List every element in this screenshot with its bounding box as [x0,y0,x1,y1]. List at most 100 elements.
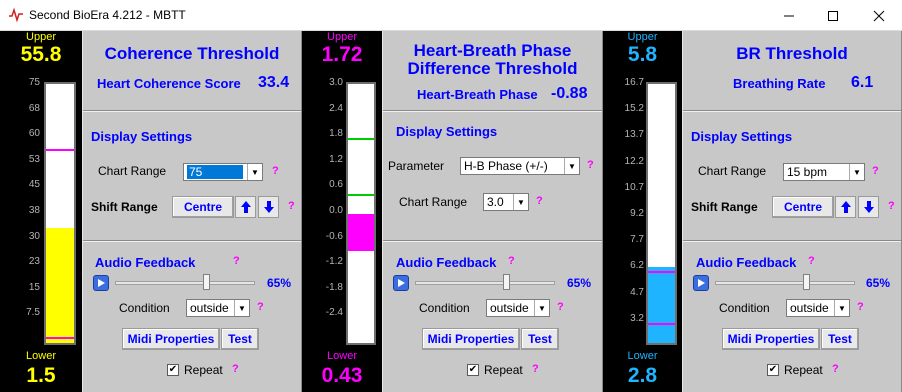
app-icon [9,7,23,23]
shift-up-button[interactable] [835,196,856,218]
condition-select[interactable]: outside ▼ [186,299,250,317]
help-icon[interactable]: ? [832,363,839,375]
help-icon[interactable]: ? [232,363,239,375]
volume-slider[interactable] [715,281,855,285]
help-icon[interactable]: ? [888,200,895,212]
help-icon[interactable]: ? [257,301,264,313]
checkmark-icon: ✔ [768,364,778,375]
chart-range-select[interactable]: 3.0 ▼ [483,193,529,211]
upper-value[interactable]: 5.8 [603,43,682,67]
centre-button[interactable]: Centre [172,196,234,218]
play-icon [398,279,405,287]
hb-phase-bar-tube [346,82,376,345]
repeat-checkbox[interactable]: ✔ [167,364,179,376]
midi-properties-button[interactable]: Midi Properties [422,328,520,350]
volume-slider-thumb[interactable] [503,274,510,290]
br-bar-tube [646,82,677,345]
volume-slider[interactable] [115,281,255,285]
metric-value: 33.4 [258,74,290,91]
volume-slider-thumb[interactable] [803,274,810,290]
lower-value[interactable]: 2.8 [603,364,682,388]
tick-label: -1.8 [325,281,343,293]
chart-range-select[interactable]: 75 ▼ [183,163,263,181]
upper-value[interactable]: 55.8 [0,43,82,67]
upper-value[interactable]: 1.72 [302,43,382,67]
test-button[interactable]: Test [521,328,559,350]
repeat-checkbox[interactable]: ✔ [767,364,779,376]
meter-fill [46,227,74,343]
dropdown-arrow-icon: ▼ [834,300,849,316]
lower-label: Lower [627,350,658,362]
condition-select[interactable]: outside ▼ [786,299,850,317]
tick-label: 0.6 [329,179,343,191]
help-icon[interactable]: ? [508,255,515,267]
arrow-down-icon [263,201,274,213]
tick-label: 7.5 [26,307,40,319]
upper-threshold-marker [348,138,374,141]
chart-range-value: 3.0 [487,195,504,209]
minimize-button[interactable] [766,0,812,31]
centre-button[interactable]: Centre [772,196,834,218]
tick-label: 13.7 [624,129,644,141]
lower-value[interactable]: 0.43 [302,364,382,388]
maximize-button[interactable] [810,0,856,31]
condition-select[interactable]: outside ▼ [486,299,550,317]
tick-label: 10.7 [624,181,644,193]
lower-label: Lower [26,350,56,362]
shift-down-button[interactable] [258,196,279,218]
upper-label: Upper [26,31,56,43]
chart-range-label: Chart Range [98,164,167,178]
help-icon[interactable]: ? [233,255,240,267]
play-icon [698,279,705,287]
chart-range-select[interactable]: 15 bpm ▼ [783,163,865,181]
help-icon[interactable]: ? [557,301,564,313]
display-settings-heading: Display Settings [691,129,793,144]
close-button[interactable] [856,0,902,31]
upper-threshold-marker [46,149,74,152]
midi-properties-button[interactable]: Midi Properties [122,328,220,350]
repeat-label: Repeat [484,363,523,377]
shift-range-label: Shift Range [91,200,158,214]
metric-value: 6.1 [851,74,874,91]
shift-down-button[interactable] [858,196,879,218]
arrow-up-icon [240,201,251,213]
help-icon[interactable]: ? [272,165,279,177]
chart-range-label: Chart Range [399,195,468,209]
play-button[interactable] [393,275,409,291]
lower-label: Lower [327,350,357,362]
title-bar[interactable]: Second BioEra 4.212 - MBTT [0,0,902,31]
volume-slider[interactable] [415,281,555,285]
play-button[interactable] [693,275,709,291]
help-icon[interactable]: ? [808,255,815,267]
help-icon[interactable]: ? [857,301,864,313]
upper-label: Upper [627,31,658,43]
volume-slider-thumb[interactable] [203,274,210,290]
help-icon[interactable]: ? [587,159,594,171]
shift-up-button[interactable] [235,196,256,218]
minimize-icon [784,15,794,16]
play-button[interactable] [93,275,109,291]
tick-label: 7.7 [630,234,644,246]
meter-fill [348,213,374,252]
parameter-select[interactable]: H-B Phase (+/-) ▼ [460,157,580,175]
lower-threshold-marker [348,193,374,196]
hb-phase-threshold-panel: Heart-Breath Phase Difference Threshold … [382,31,603,392]
help-icon[interactable]: ? [288,200,295,212]
tick-label: 45 [28,179,40,191]
help-icon[interactable]: ? [872,165,879,177]
midi-properties-button[interactable]: Midi Properties [722,328,820,350]
help-icon[interactable]: ? [536,195,543,207]
tick-label: 9.2 [630,208,644,219]
test-button[interactable]: Test [221,328,259,350]
audio-feedback-heading: Audio Feedback [95,255,196,270]
repeat-checkbox[interactable]: ✔ [467,364,479,376]
dropdown-arrow-icon: ▼ [247,164,262,180]
tick-label: 23 [28,256,40,268]
lower-value[interactable]: 1.5 [0,364,82,388]
test-button[interactable]: Test [821,328,859,350]
help-icon[interactable]: ? [532,363,539,375]
tick-label: -0.6 [325,230,343,242]
panel-title-line2: Difference Threshold [407,59,578,78]
tick-label: 2.4 [329,102,343,114]
tick-label: 12.2 [624,155,644,167]
